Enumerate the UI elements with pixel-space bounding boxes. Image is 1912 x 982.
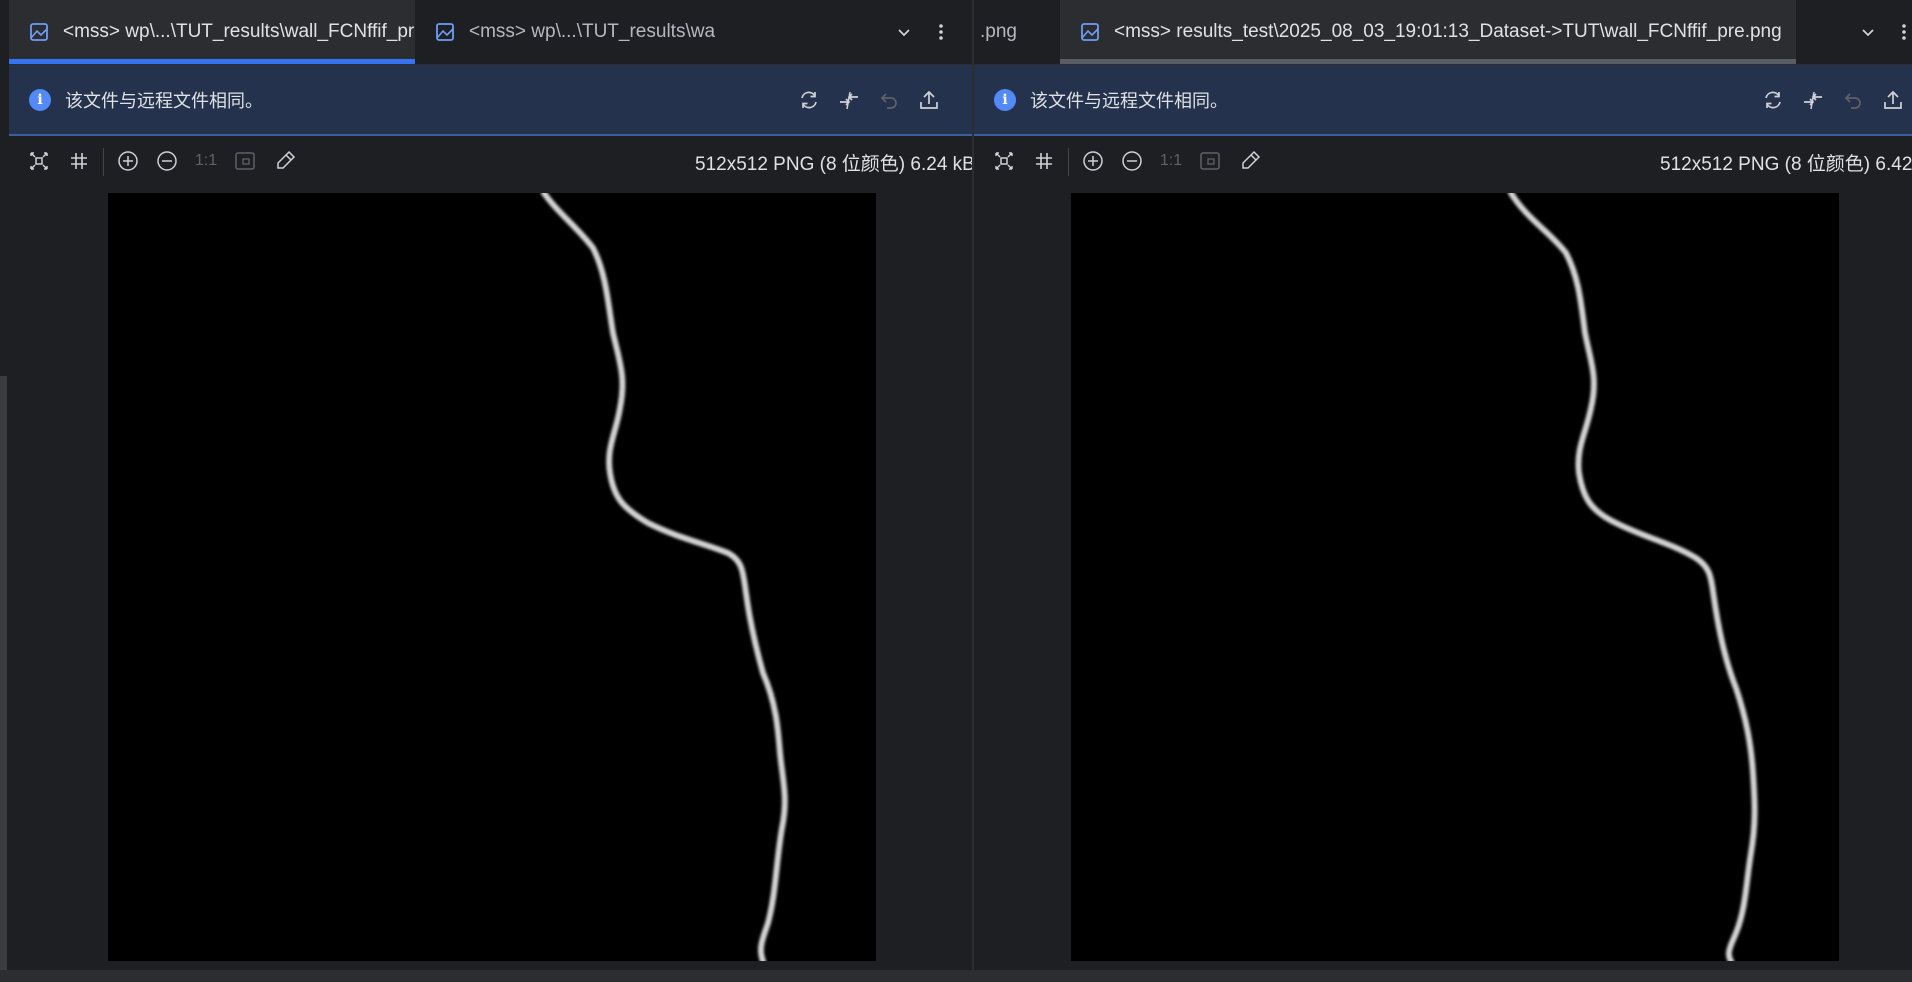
zoom-out-icon[interactable] bbox=[1118, 147, 1146, 175]
crack-prediction-image bbox=[1507, 193, 1759, 961]
chevron-down-icon[interactable] bbox=[1854, 18, 1882, 46]
fit-zoom-icon[interactable] bbox=[231, 147, 259, 175]
revert-icon[interactable] bbox=[874, 85, 904, 115]
fit-to-window-icon[interactable] bbox=[990, 147, 1018, 175]
file-status-banner: i 该文件与远程文件相同。 bbox=[974, 65, 1912, 136]
banner-message: 该文件与远程文件相同。 bbox=[65, 90, 263, 111]
tab-label: <mss> wp\...\TUT_results\wall_FCNffif_pr… bbox=[63, 21, 415, 42]
image-info: 512x512 PNG (8 位颜色) 6.24 kB bbox=[695, 154, 972, 175]
fit-zoom-icon[interactable] bbox=[1196, 147, 1224, 175]
left-editor-pane: <mss> wp\...\TUT_results\wall_FCNffif_pr… bbox=[9, 0, 972, 970]
image-toolbar: 1:1 512x512 PNG (8 位颜色) 6.24 kB bbox=[9, 136, 972, 188]
right-editor-pane: .png <mss> results_test\2025_08_03_19:01… bbox=[974, 0, 1912, 970]
left-tab-wall-fcnffif[interactable]: <mss> wp\...\TUT_results\wall_FCNffif_pr… bbox=[9, 0, 415, 64]
more-vertical-icon[interactable] bbox=[1890, 18, 1912, 46]
left-tab-wall-esctO[interactable]: <mss> wp\...\TUT_results\wall_EsCtO bbox=[415, 0, 715, 64]
image-info: 512x512 PNG (8 位颜色) 6.42 bbox=[1660, 154, 1912, 175]
image-canvas[interactable] bbox=[1071, 193, 1839, 961]
active-tab-indicator bbox=[9, 59, 415, 64]
refresh-icon[interactable] bbox=[1758, 85, 1788, 115]
toolbar-separator bbox=[103, 148, 104, 176]
actual-size-button[interactable]: 1:1 bbox=[1157, 147, 1185, 175]
info-icon: i bbox=[994, 88, 1016, 111]
gutter-scroll-indicator[interactable] bbox=[0, 376, 7, 970]
right-tab-wall-fcnffif[interactable]: <mss> results_test\2025_08_03_19:01:13_D… bbox=[1060, 0, 1796, 64]
image-file-icon bbox=[30, 23, 48, 41]
grid-icon[interactable] bbox=[1030, 147, 1058, 175]
toolbar-separator bbox=[1068, 148, 1069, 176]
more-vertical-icon[interactable] bbox=[927, 18, 955, 46]
image-file-icon bbox=[436, 23, 454, 41]
bottom-status-strip bbox=[0, 970, 1912, 982]
color-picker-icon[interactable] bbox=[271, 147, 299, 175]
upload-icon[interactable] bbox=[914, 85, 944, 115]
grid-icon[interactable] bbox=[65, 147, 93, 175]
left-gutter bbox=[0, 0, 9, 970]
compare-icon[interactable] bbox=[834, 85, 864, 115]
banner-message: 该文件与远程文件相同。 bbox=[1030, 90, 1228, 111]
fit-to-window-icon[interactable] bbox=[25, 147, 53, 175]
info-icon: i bbox=[29, 88, 51, 111]
file-status-banner: i 该文件与远程文件相同。 bbox=[9, 65, 972, 136]
upload-icon[interactable] bbox=[1878, 85, 1908, 115]
actual-size-button[interactable]: 1:1 bbox=[192, 147, 220, 175]
zoom-in-icon[interactable] bbox=[1079, 147, 1107, 175]
image-canvas[interactable] bbox=[108, 193, 876, 961]
chevron-down-icon[interactable] bbox=[890, 18, 918, 46]
refresh-icon[interactable] bbox=[794, 85, 824, 115]
crack-prediction-image bbox=[540, 193, 789, 961]
tab-label: .png bbox=[980, 21, 1017, 42]
tab-label: <mss> wp\...\TUT_results\wall_EsCtO bbox=[469, 21, 715, 42]
zoom-in-icon[interactable] bbox=[114, 147, 142, 175]
tab-label: <mss> results_test\2025_08_03_19:01:13_D… bbox=[1114, 21, 1782, 42]
zoom-out-icon[interactable] bbox=[153, 147, 181, 175]
right-tab-png[interactable]: .png bbox=[974, 0, 1060, 64]
image-toolbar: 1:1 512x512 PNG (8 位颜色) 6.42 bbox=[974, 136, 1912, 188]
left-tab-bar: <mss> wp\...\TUT_results\wall_FCNffif_pr… bbox=[9, 0, 972, 65]
revert-icon[interactable] bbox=[1838, 85, 1868, 115]
compare-icon[interactable] bbox=[1798, 85, 1828, 115]
right-tab-bar: .png <mss> results_test\2025_08_03_19:01… bbox=[974, 0, 1912, 65]
image-file-icon bbox=[1081, 23, 1099, 41]
color-picker-icon[interactable] bbox=[1236, 147, 1264, 175]
active-tab-indicator bbox=[1060, 59, 1796, 64]
